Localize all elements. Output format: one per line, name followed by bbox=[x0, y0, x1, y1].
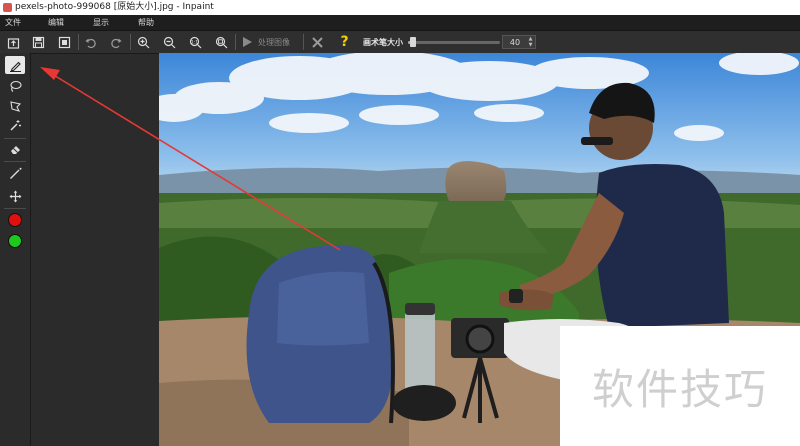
lasso-tool[interactable] bbox=[5, 77, 25, 95]
open-icon bbox=[7, 37, 20, 49]
line-tool[interactable] bbox=[5, 164, 25, 182]
save-icon bbox=[32, 36, 45, 48]
arrow-head bbox=[40, 67, 60, 80]
zoom-fit-button[interactable] bbox=[213, 34, 230, 50]
toolbar: 1:1 处理图像 ? 画术笔大小 ▲ ▼ bbox=[0, 31, 800, 54]
play-icon bbox=[243, 37, 252, 47]
title-bar: pexels-photo-999068 [原始大小].jpg - Inpaint bbox=[0, 0, 800, 15]
polygon-lasso-icon bbox=[9, 100, 21, 112]
zoom-in-button[interactable] bbox=[135, 34, 152, 50]
help-icon: ? bbox=[340, 34, 349, 50]
zoom-out-button[interactable] bbox=[161, 34, 178, 50]
mark-color-swatch bbox=[8, 213, 22, 227]
marker-tool[interactable] bbox=[5, 56, 25, 74]
toolbar-separator bbox=[130, 34, 131, 50]
brush-size-input[interactable] bbox=[503, 36, 527, 48]
zoom-fit-icon bbox=[215, 36, 228, 48]
sidebar-separator bbox=[4, 138, 26, 139]
move-tool[interactable] bbox=[5, 187, 25, 205]
process-image-label: 处理图像 bbox=[258, 37, 290, 47]
toolbar-separator bbox=[78, 34, 79, 50]
save-button[interactable] bbox=[30, 34, 47, 50]
mark-color-button[interactable] bbox=[5, 211, 25, 229]
watermark: 软件技巧 bbox=[560, 326, 800, 446]
lasso-icon bbox=[9, 80, 22, 92]
tool-sidebar bbox=[0, 53, 31, 446]
window-title: pexels-photo-999068 [原始大小].jpg - Inpaint bbox=[15, 2, 214, 12]
svg-text:1:1: 1:1 bbox=[191, 39, 198, 45]
eraser-tool[interactable] bbox=[5, 140, 25, 158]
menu-help[interactable]: 帮助 bbox=[138, 16, 154, 29]
brush-size-label: 画术笔大小 bbox=[363, 38, 403, 47]
help-button[interactable]: ? bbox=[336, 34, 353, 50]
menu-file[interactable]: 文件 bbox=[5, 16, 21, 29]
brush-size-spinbox[interactable]: ▲ ▼ bbox=[502, 35, 536, 49]
save-as-button[interactable] bbox=[56, 34, 73, 50]
magic-wand-tool[interactable] bbox=[5, 116, 25, 134]
move-icon bbox=[9, 190, 21, 202]
redo-button[interactable] bbox=[108, 34, 125, 50]
keep-color-swatch bbox=[8, 234, 22, 248]
spin-arrows[interactable]: ▲ ▼ bbox=[527, 36, 534, 48]
zoom-actual-icon: 1:1 bbox=[189, 36, 202, 48]
line-icon bbox=[9, 167, 21, 179]
zoom-in-icon bbox=[137, 36, 150, 48]
menu-edit[interactable]: 编辑 bbox=[48, 16, 64, 29]
zoom-out-icon bbox=[163, 36, 176, 48]
sidebar-separator bbox=[4, 208, 26, 209]
sidebar-separator bbox=[4, 161, 26, 162]
keep-color-button[interactable] bbox=[5, 232, 25, 250]
open-button[interactable] bbox=[5, 34, 22, 50]
spin-down-icon[interactable]: ▼ bbox=[527, 42, 534, 48]
process-image-button[interactable]: 处理图像 bbox=[241, 34, 290, 50]
marker-icon bbox=[9, 61, 21, 72]
polygon-lasso-tool[interactable] bbox=[5, 97, 25, 115]
slider-thumb[interactable] bbox=[409, 37, 416, 47]
redo-icon bbox=[111, 38, 122, 48]
magic-wand-icon bbox=[9, 119, 21, 131]
eraser-icon bbox=[10, 145, 20, 154]
menu-bar: 文件 编辑 显示 帮助 bbox=[0, 15, 800, 31]
undo-icon bbox=[85, 38, 96, 48]
brush-size-slider[interactable] bbox=[408, 37, 500, 47]
close-icon bbox=[312, 36, 323, 48]
toolbar-separator bbox=[235, 34, 236, 50]
cancel-button[interactable] bbox=[309, 34, 326, 50]
menu-view[interactable]: 显示 bbox=[93, 16, 109, 29]
save-as-icon bbox=[58, 36, 71, 48]
undo-button[interactable] bbox=[82, 34, 99, 50]
app-icon bbox=[3, 3, 12, 12]
zoom-actual-button[interactable]: 1:1 bbox=[187, 34, 204, 50]
toolbar-separator bbox=[303, 34, 304, 50]
